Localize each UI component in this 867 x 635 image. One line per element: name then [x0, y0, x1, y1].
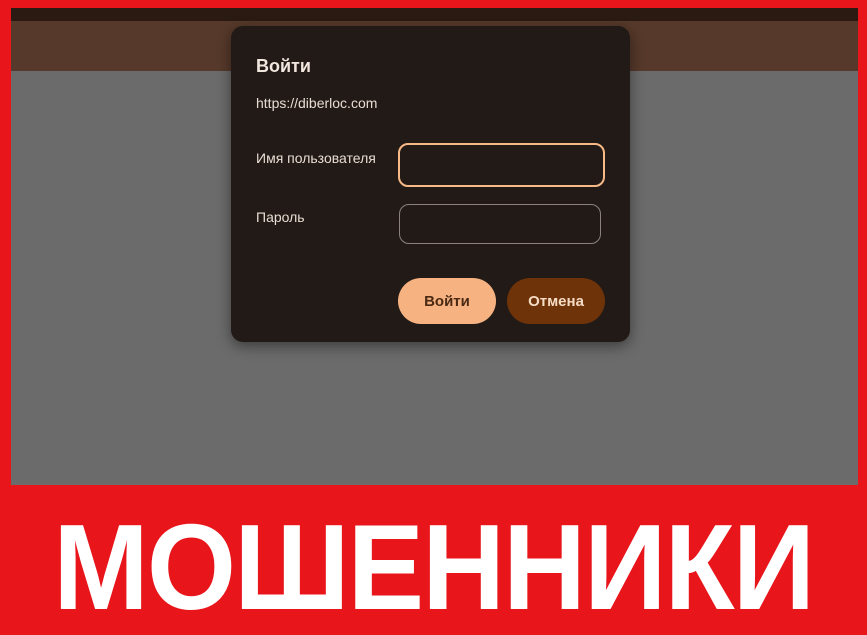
login-button[interactable]: Войти — [398, 278, 496, 324]
dialog-title: Войти — [256, 56, 311, 76]
cancel-button[interactable]: Отмена — [507, 278, 605, 324]
username-label: Имя пользователя — [256, 150, 376, 166]
warning-banner: МОШЕННИКИ — [0, 485, 867, 635]
warning-banner-text: МОШЕННИКИ — [53, 499, 815, 635]
password-input[interactable] — [399, 204, 601, 244]
browser-viewport: Войти https://diberloc.com Имя пользоват… — [11, 8, 858, 485]
password-label: Пароль — [256, 209, 305, 225]
browser-top-strip — [11, 8, 858, 21]
username-input[interactable] — [398, 143, 605, 187]
dialog-url: https://diberloc.com — [256, 95, 378, 111]
login-dialog: Войти https://diberloc.com Имя пользоват… — [231, 26, 630, 342]
